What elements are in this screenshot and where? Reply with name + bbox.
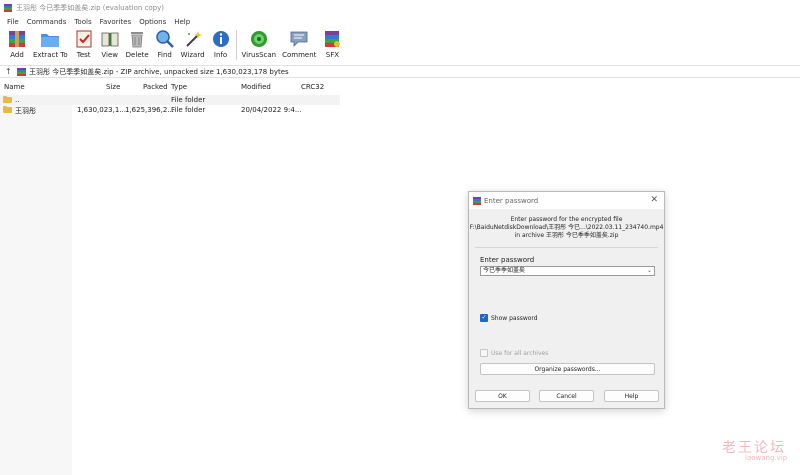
delete-button[interactable]: Delete: [123, 28, 152, 64]
help-button[interactable]: Help: [604, 390, 659, 402]
dialog-divider: [475, 247, 658, 248]
title-bar: 王羽彤 今已季季如盖矣.zip (evaluation copy): [0, 0, 800, 16]
menu-commands[interactable]: Commands: [23, 18, 71, 26]
add-archive-icon: [7, 29, 27, 49]
menu-help[interactable]: Help: [170, 18, 194, 26]
test-icon: [74, 29, 94, 49]
extract-folder-icon: [40, 29, 60, 49]
trash-icon: [127, 29, 147, 49]
menu-tools[interactable]: Tools: [70, 18, 95, 26]
toolbar: Add Extract To Test View Delete Find Wiz…: [0, 28, 800, 64]
enter-password-dialog: Enter password ✕ Enter password for the …: [468, 191, 665, 409]
view-button[interactable]: View: [97, 28, 123, 64]
info-button[interactable]: Info: [208, 28, 234, 64]
ok-button[interactable]: OK: [475, 390, 530, 402]
list-header: Name Size Packed Type Modified CRC32: [0, 80, 340, 93]
show-password-checkbox[interactable]: ✓: [480, 314, 488, 322]
wizard-button[interactable]: Wizard: [178, 28, 208, 64]
watermark-url: laowang.vip: [745, 454, 788, 462]
cancel-button[interactable]: Cancel: [539, 390, 594, 402]
show-password-label: Show password: [491, 315, 538, 322]
window-title: 王羽彤 今已季季如盖矣.zip (evaluation copy): [16, 4, 164, 12]
address-bar: ↑ 王羽彤 今已季季如盖矣.zip - ZIP archive, unpacke…: [0, 65, 800, 78]
up-folder-icon[interactable]: ↑: [5, 67, 17, 76]
archive-icon: [17, 67, 26, 76]
organize-passwords-button[interactable]: Organize passwords...: [480, 363, 655, 375]
view-book-icon: [100, 29, 120, 49]
winrar-app-icon: [4, 4, 12, 12]
chevron-down-icon[interactable]: ⌄: [647, 267, 652, 275]
table-row[interactable]: 王羽彤 1,630,023,1... 1,625,396,2... File f…: [0, 105, 340, 115]
archive-path: 王羽彤 今已季季如盖矣.zip - ZIP archive, unpacked …: [29, 67, 289, 76]
toolbar-separator: [235, 30, 237, 60]
add-button[interactable]: Add: [4, 28, 30, 64]
dialog-title: Enter password: [484, 196, 539, 205]
column-crc32[interactable]: CRC32: [301, 83, 324, 91]
password-label: Enter password: [480, 256, 535, 264]
column-packed[interactable]: Packed: [143, 83, 168, 91]
column-name[interactable]: Name: [4, 83, 25, 91]
folder-icon: [3, 106, 12, 113]
comment-button[interactable]: Comment: [279, 28, 319, 64]
file-list: Name Size Packed Type Modified CRC32 .. …: [0, 80, 800, 475]
column-size[interactable]: Size: [106, 83, 120, 91]
sfx-icon: [322, 29, 342, 49]
table-row[interactable]: .. File folder: [0, 95, 340, 105]
menu-options[interactable]: Options: [135, 18, 170, 26]
menu-bar: File Commands Tools Favorites Options He…: [0, 16, 800, 28]
use-for-all-checkbox[interactable]: [480, 349, 488, 357]
dialog-title-bar: Enter password ✕: [469, 192, 664, 209]
test-button[interactable]: Test: [71, 28, 97, 64]
menu-file[interactable]: File: [3, 18, 23, 26]
extract-to-button[interactable]: Extract To: [30, 28, 71, 64]
menu-favorites[interactable]: Favorites: [96, 18, 136, 26]
info-icon: [211, 29, 231, 49]
column-modified[interactable]: Modified: [241, 83, 271, 91]
column-type[interactable]: Type: [171, 83, 187, 91]
name-column-background: [0, 95, 72, 475]
virusscan-button[interactable]: VirusScan: [239, 28, 280, 64]
winrar-app-icon: [473, 196, 481, 205]
folder-icon: [3, 96, 12, 103]
close-icon[interactable]: ✕: [650, 195, 658, 205]
wand-icon: [183, 29, 203, 49]
password-input[interactable]: 今已季季如盖矣 ⌄: [480, 266, 655, 276]
magnifier-icon: [155, 29, 175, 49]
virus-icon: [249, 29, 269, 49]
sfx-button[interactable]: SFX: [319, 28, 345, 64]
use-for-all-label: Use for all archives: [491, 350, 549, 357]
comment-icon: [289, 29, 309, 49]
find-button[interactable]: Find: [152, 28, 178, 64]
dialog-info: Enter password for the encrypted file F:…: [469, 216, 664, 239]
